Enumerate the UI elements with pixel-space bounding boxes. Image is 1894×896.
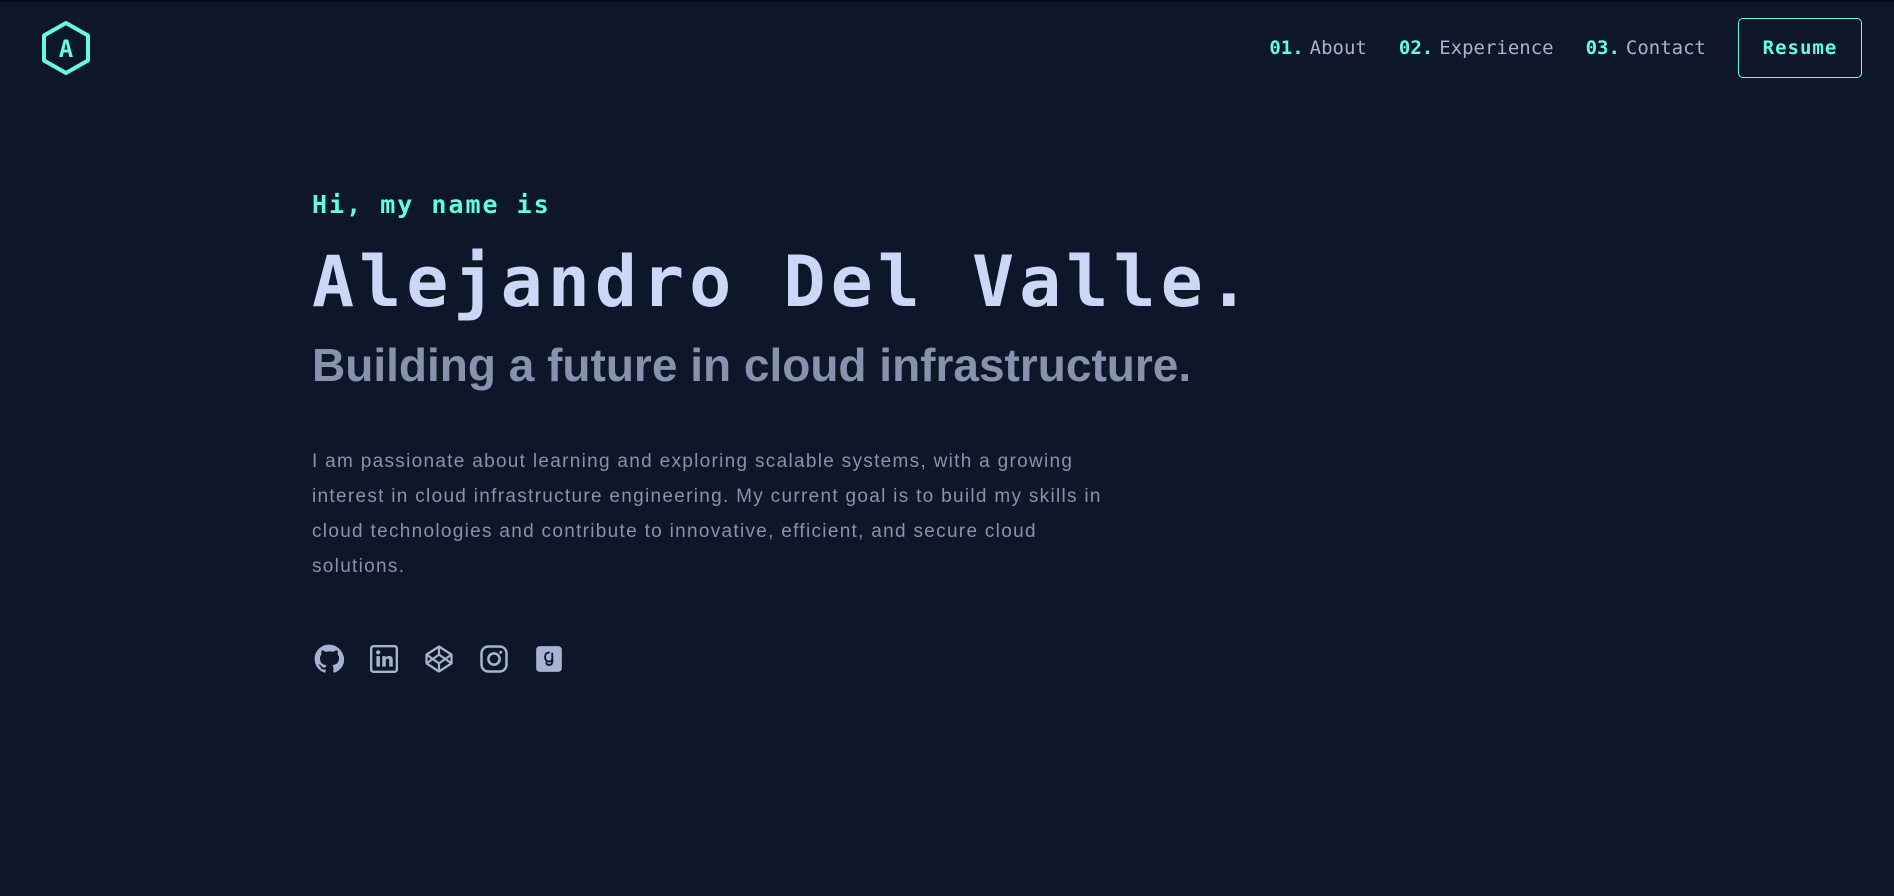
hero-bio: I am passionate about learning and explo…	[312, 451, 1102, 577]
goodreads-icon	[536, 646, 562, 672]
nav-item-experience[interactable]: 02. Experience	[1399, 37, 1554, 59]
nav-label: Experience	[1439, 37, 1554, 59]
logo-letter: A	[59, 35, 74, 63]
nav-label: About	[1309, 37, 1367, 59]
greeting-text: Hi, my name is	[312, 190, 551, 219]
main-nav: 01. About 02. Experience 03. Contact Res…	[1269, 0, 1862, 96]
hero-section: Hi, my name is Alejandro Del Valle. Buil…	[312, 190, 1612, 676]
github-icon	[314, 644, 344, 673]
instagram-link[interactable]	[477, 642, 511, 676]
hexagon-logo-icon: A	[42, 21, 90, 75]
linkedin-icon	[370, 645, 398, 673]
nav-number: 02.	[1398, 37, 1434, 59]
linkedin-link[interactable]	[367, 642, 401, 676]
codepen-link[interactable]	[422, 642, 456, 676]
nav-item-about[interactable]: 01. About	[1269, 37, 1367, 59]
hero-tagline: Building a future in cloud infrastructur…	[312, 339, 1192, 391]
nav-number: 03.	[1585, 37, 1620, 59]
hero-name: Alejandro Del Valle.	[312, 241, 1255, 323]
goodreads-link[interactable]	[532, 642, 566, 676]
codepen-icon	[425, 645, 453, 673]
resume-button[interactable]: Resume	[1738, 18, 1862, 78]
instagram-icon	[480, 645, 508, 673]
github-link[interactable]	[312, 642, 346, 676]
nav-number: 01.	[1269, 37, 1304, 59]
nav-item-contact[interactable]: 03. Contact	[1586, 37, 1706, 59]
nav-label: Contact	[1625, 37, 1706, 59]
social-links	[312, 642, 1612, 676]
logo-link[interactable]: A	[40, 20, 92, 76]
